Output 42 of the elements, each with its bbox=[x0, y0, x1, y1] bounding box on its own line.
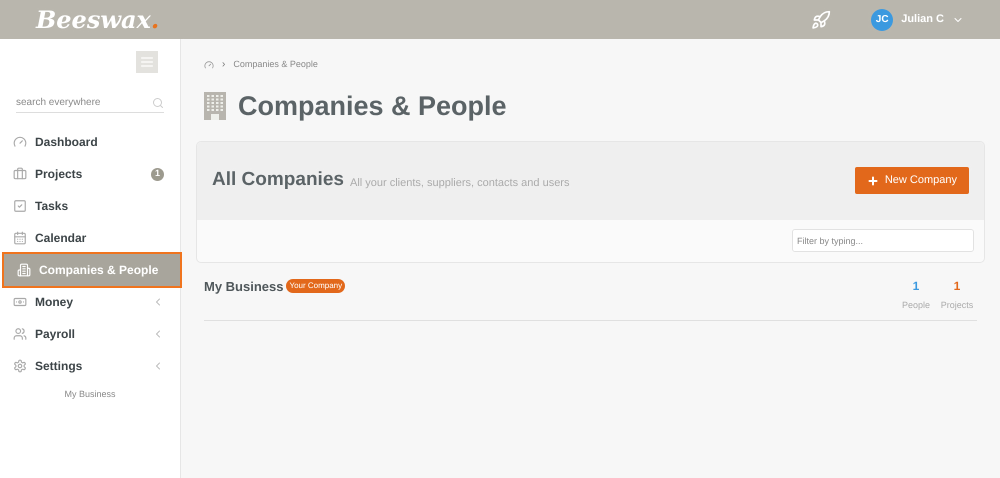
sidebar-label: Calendar bbox=[35, 230, 88, 247]
sidebar-label: Money bbox=[35, 294, 74, 311]
sidebar-item[interactable]: Settings bbox=[0, 350, 180, 382]
dashboard-icon bbox=[13, 135, 27, 149]
calendar-icon bbox=[13, 231, 27, 245]
sidebar-label: Payroll bbox=[35, 326, 76, 343]
sidebar-item[interactable]: Tasks bbox=[0, 190, 180, 222]
projects-label: Projects bbox=[940, 298, 974, 312]
rocket-icon[interactable] bbox=[811, 10, 832, 30]
menu-button[interactable] bbox=[136, 51, 158, 73]
sidebar-label: Tasks bbox=[35, 198, 70, 215]
plus-icon bbox=[866, 174, 879, 186]
building-icon bbox=[17, 263, 31, 277]
sidebar-label: Projects bbox=[35, 166, 84, 183]
sidebar-item[interactable]: Money bbox=[0, 286, 180, 318]
breadcrumb-separator: › bbox=[222, 58, 226, 72]
people-icon bbox=[13, 327, 27, 341]
search-input[interactable]: search everywhere bbox=[16, 95, 152, 110]
company-name[interactable]: My Business bbox=[204, 276, 284, 296]
sidebar-label: Dashboard bbox=[35, 134, 99, 151]
briefcase-icon bbox=[13, 167, 27, 181]
sidebar-item[interactable]: Dashboard bbox=[0, 126, 180, 158]
sidebar-item[interactable]: Calendar bbox=[0, 222, 180, 254]
banknote-icon bbox=[13, 295, 27, 309]
search-icon bbox=[152, 96, 164, 108]
checkbox-icon bbox=[13, 199, 27, 213]
sidebar-item[interactable]: Payroll bbox=[0, 318, 180, 350]
settings-icon bbox=[13, 359, 27, 373]
home-icon[interactable] bbox=[204, 60, 214, 70]
search-field[interactable]: search everywhere bbox=[16, 93, 164, 113]
panel-subtitle: All your clients, suppliers, contacts and users bbox=[350, 176, 570, 191]
business-name: My Business bbox=[63, 388, 117, 401]
company-tag: Your Company bbox=[286, 278, 346, 292]
filter-field[interactable]: Filter by typing... bbox=[792, 229, 974, 252]
count-badge: 1 bbox=[151, 168, 164, 180]
people-label: People bbox=[902, 298, 930, 312]
sidebar-item[interactable]: Projects 1 bbox=[0, 158, 180, 190]
building-icon bbox=[204, 92, 226, 120]
sidebar-label: Companies & People bbox=[39, 262, 160, 279]
page-title: Companies & People bbox=[238, 90, 507, 123]
sidebar-label: Settings bbox=[35, 358, 84, 375]
panel-title: All Companies bbox=[212, 168, 344, 192]
